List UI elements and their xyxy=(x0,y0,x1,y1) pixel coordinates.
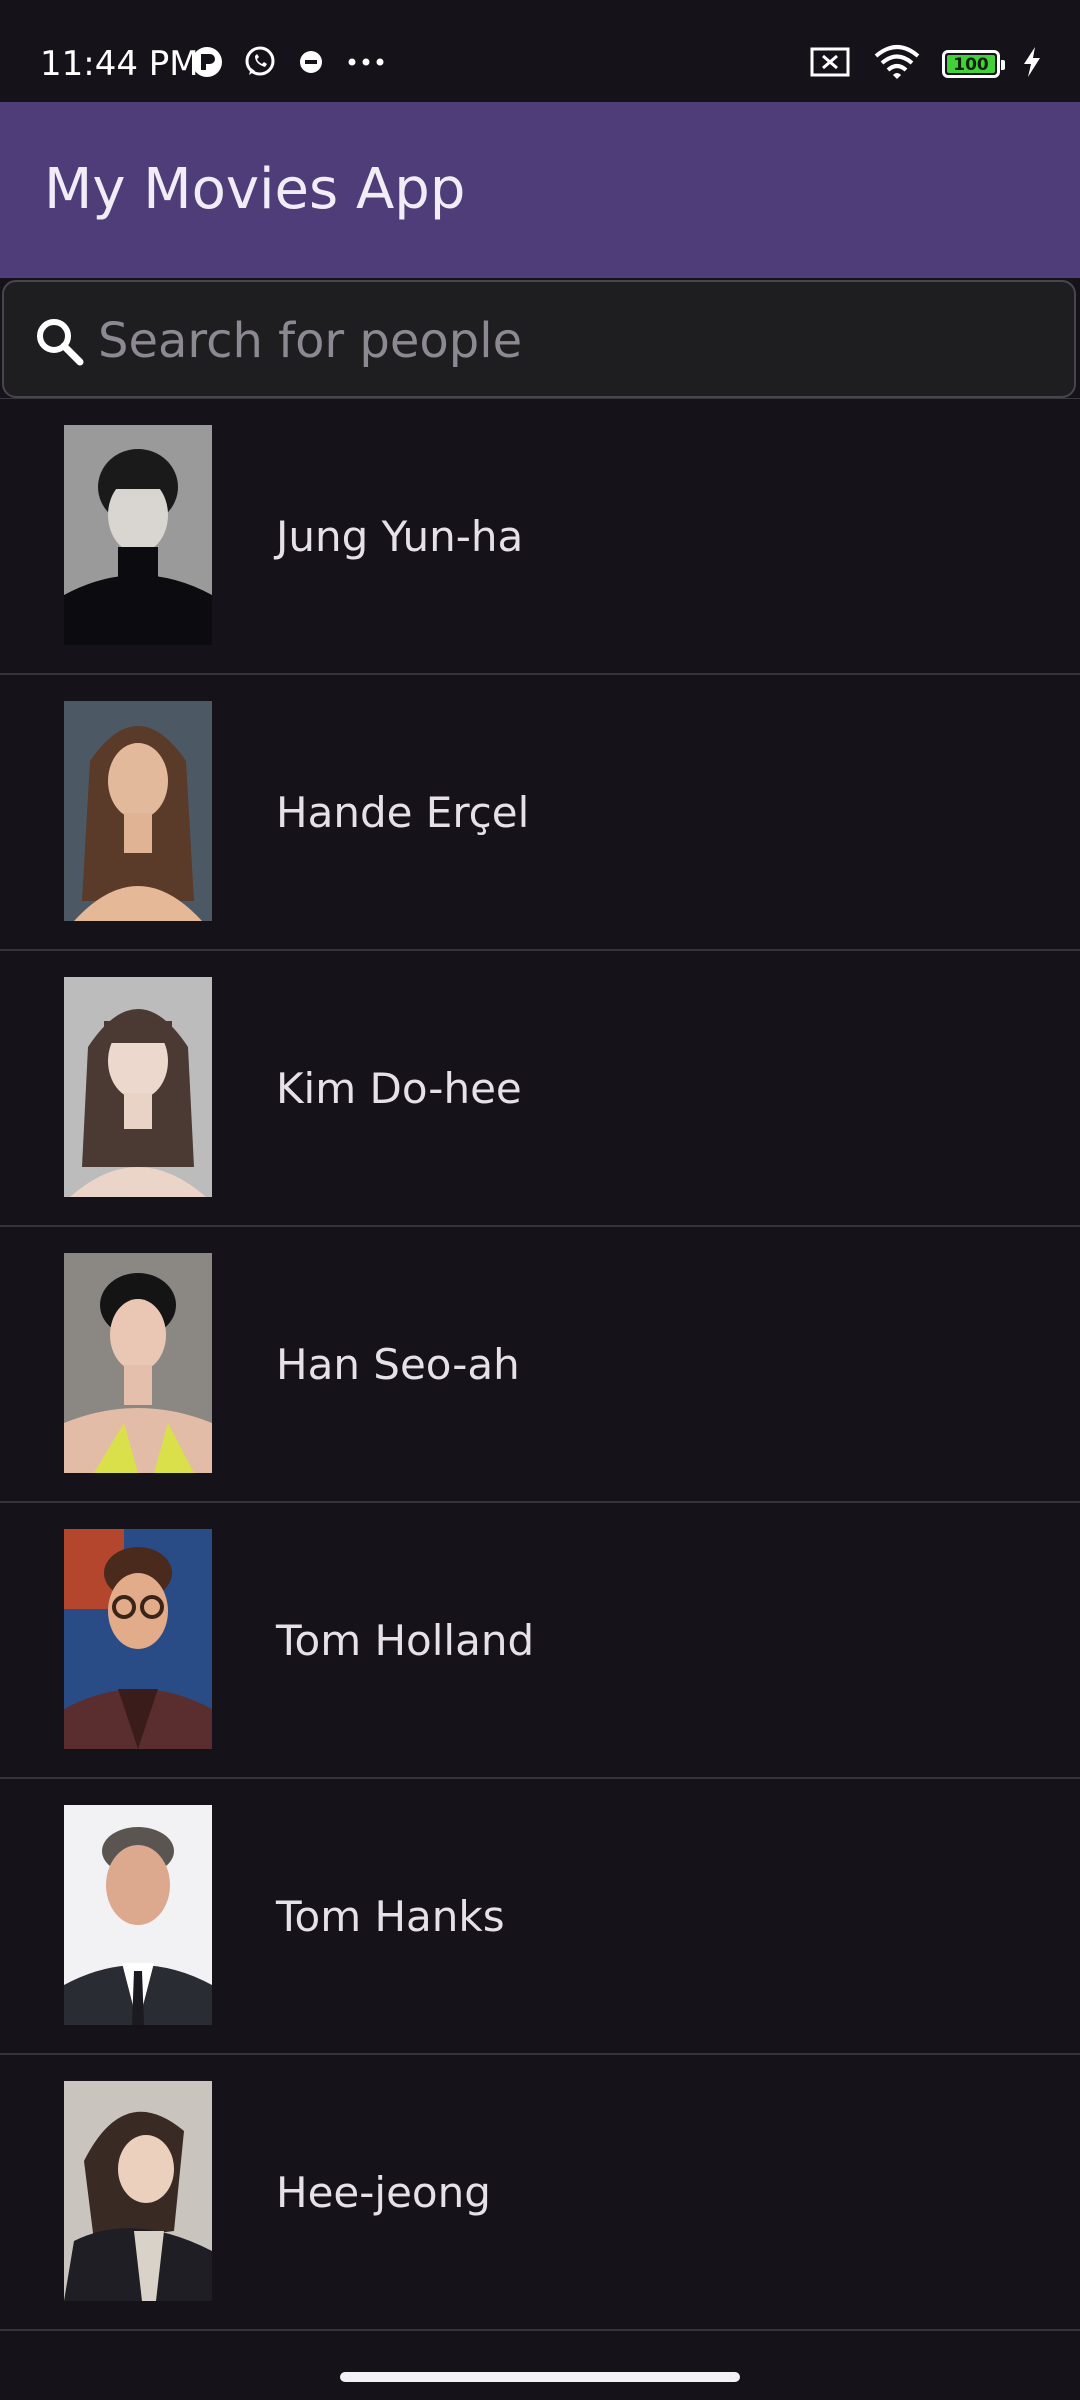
search-input[interactable] xyxy=(96,306,1040,376)
person-name: Tom Hanks xyxy=(276,1892,505,1941)
profile-badge-icon xyxy=(190,45,224,83)
person-photo xyxy=(64,1529,212,1749)
person-name: Jung Yun-ha xyxy=(276,512,524,561)
status-time: 11:44 PM xyxy=(40,44,199,84)
person-name: Hee-jeong xyxy=(276,2168,491,2217)
person-row[interactable]: Hee-jeong xyxy=(0,2055,1080,2331)
status-right-icons: 100 xyxy=(808,44,1042,84)
person-row[interactable]: Hande Erçel xyxy=(0,675,1080,951)
search-field[interactable] xyxy=(2,280,1076,398)
app-bar: My Movies App xyxy=(0,102,1080,278)
person-photo xyxy=(64,1253,212,1473)
app-title: My Movies App xyxy=(44,157,466,222)
person-photo xyxy=(64,2081,212,2301)
gesture-nav-bar[interactable] xyxy=(340,2372,740,2382)
status-bar: 11:44 PM 100 xyxy=(0,0,1080,102)
more-dots-icon xyxy=(344,47,388,81)
person-row[interactable]: Tom Hanks xyxy=(0,1779,1080,2055)
person-name: Hande Erçel xyxy=(276,788,530,837)
person-name: Tom Holland xyxy=(276,1616,535,1665)
dnd-timer-icon xyxy=(296,47,326,81)
no-sim-icon xyxy=(808,46,852,82)
wifi-icon xyxy=(874,44,920,84)
status-left-icons xyxy=(190,44,388,84)
person-row[interactable]: Jung Yun-ha xyxy=(0,399,1080,675)
person-row[interactable]: Tom Holland xyxy=(0,1503,1080,1779)
person-row[interactable]: Han Seo-ah xyxy=(0,1227,1080,1503)
people-list: Jung Yun-ha Hande Erçel Kim Do-hee Han S… xyxy=(0,398,1080,2331)
person-name: Kim Do-hee xyxy=(276,1064,522,1113)
search-icon xyxy=(34,316,86,368)
person-photo xyxy=(64,1805,212,2025)
person-photo xyxy=(64,977,212,1197)
charging-bolt-icon xyxy=(1022,46,1042,82)
battery-icon: 100 xyxy=(942,50,1005,78)
person-photo xyxy=(64,701,212,921)
whatsapp-icon xyxy=(242,44,278,84)
person-row[interactable]: Kim Do-hee xyxy=(0,951,1080,1227)
person-name: Han Seo-ah xyxy=(276,1340,520,1389)
person-photo xyxy=(64,425,212,645)
battery-level: 100 xyxy=(947,55,995,75)
